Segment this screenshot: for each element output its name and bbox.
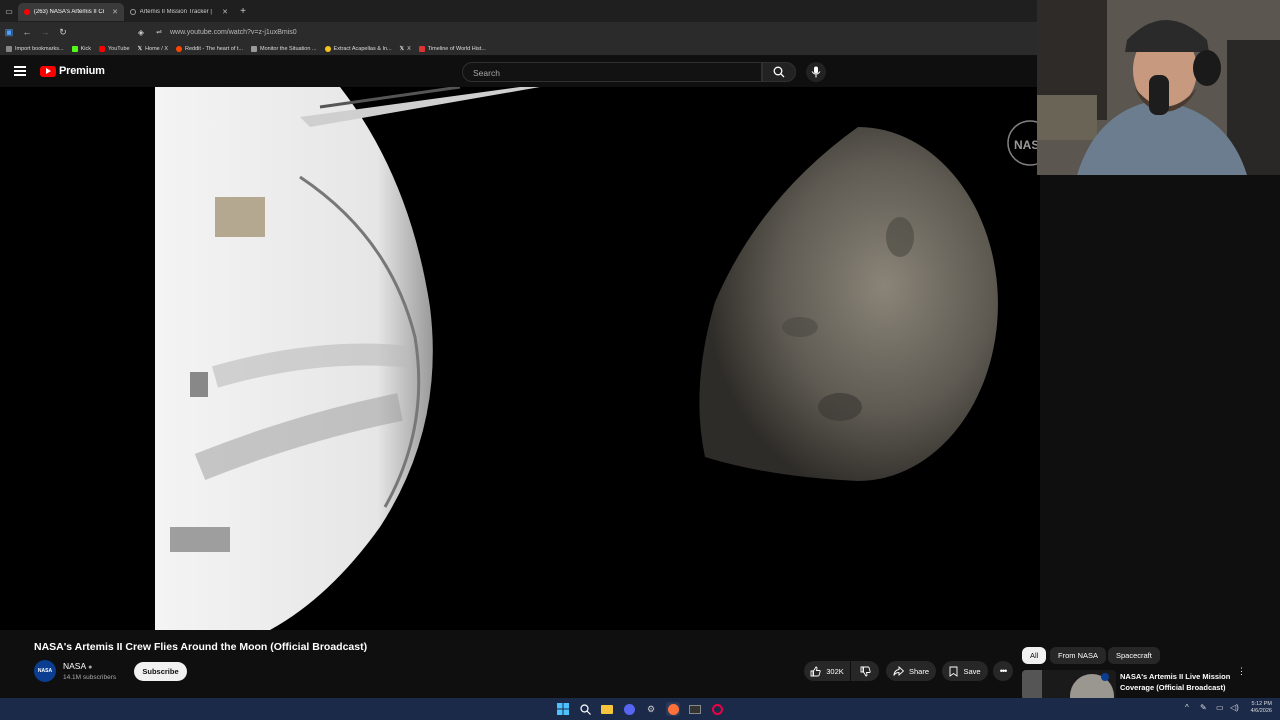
windows-taskbar: ⚙ ^ ✎ ▭ ◁) 5:12 PM 4/6/2026 xyxy=(0,698,1280,720)
save-button[interactable]: Save xyxy=(942,661,988,681)
clock-date: 4/6/2026 xyxy=(1250,708,1272,714)
video-frame: NASA xyxy=(0,87,1040,630)
bookmark-import[interactable]: Import bookmarks... xyxy=(6,45,64,52)
monitor-icon[interactable]: ▭ xyxy=(1216,703,1224,712)
forward-icon[interactable]: → xyxy=(36,27,54,37)
close-tab-icon[interactable]: ✕ xyxy=(112,8,118,16)
search-button[interactable] xyxy=(762,62,796,82)
bookmark-x-home[interactable]: 𝕏 Home / X xyxy=(138,46,168,52)
thumbnail-image xyxy=(1022,670,1116,700)
pen-icon[interactable]: ✎ xyxy=(1200,703,1207,712)
bookmark-kick[interactable]: Kick xyxy=(71,45,91,52)
sidebar-toggle-icon[interactable]: ▣ xyxy=(0,27,18,38)
reddit-icon xyxy=(176,45,182,52)
thumbs-down-icon xyxy=(860,666,871,676)
youtube-icon xyxy=(99,45,105,52)
volume-icon[interactable]: ◁) xyxy=(1230,703,1239,712)
x-icon: 𝕏 xyxy=(137,45,143,52)
windows-start-icon[interactable] xyxy=(556,702,570,716)
youtube-play-icon xyxy=(40,65,56,77)
bookmark-acapellas[interactable]: Extract Acapellas & In... xyxy=(324,45,392,52)
youtube-header: Premium Search xyxy=(0,57,1040,87)
bookmark-reddit[interactable]: Reddit - The heart of t... xyxy=(176,45,243,52)
back-icon[interactable]: ← xyxy=(18,27,36,37)
recommended-more-icon[interactable]: ⋮ xyxy=(1237,667,1246,676)
verified-icon: ● xyxy=(88,664,93,671)
taskbar-search-icon[interactable] xyxy=(578,702,592,716)
bookmark-timeline[interactable]: Timeline of World Hist... xyxy=(418,45,486,52)
more-horizontal-icon: ••• xyxy=(999,666,1008,676)
acapella-icon xyxy=(324,45,331,52)
tab-label: (263) NASA's Artemis II Cre xyxy=(33,9,105,15)
like-count: 302K xyxy=(826,666,844,676)
file-explorer-icon[interactable] xyxy=(600,702,614,716)
app-icon[interactable] xyxy=(710,702,724,716)
audio-icon xyxy=(24,9,30,15)
microphone-icon xyxy=(811,66,821,78)
reload-icon[interactable]: ↻ xyxy=(54,27,72,38)
site-info-icon[interactable]: ⇌ xyxy=(150,28,168,36)
tab-label: Artemis II Mission Tracker | Live xyxy=(139,9,214,15)
new-tab-button[interactable]: + xyxy=(234,6,252,17)
monitor-icon xyxy=(250,45,257,52)
video-title: NASA's Artemis II Crew Flies Around the … xyxy=(34,641,368,653)
tab-list-icon[interactable]: ▭ xyxy=(0,7,18,16)
search-icon xyxy=(773,66,785,78)
close-tab-icon[interactable]: ✕ xyxy=(222,8,228,16)
x-icon: 𝕏 xyxy=(399,45,405,52)
subscriber-count: 14.1M subscribers xyxy=(63,674,117,681)
bookmark-x[interactable]: 𝕏X xyxy=(400,46,411,52)
voice-search-button[interactable] xyxy=(806,62,826,82)
recommended-thumbnail[interactable] xyxy=(1022,670,1116,700)
import-icon xyxy=(6,45,12,52)
more-actions-button[interactable]: ••• xyxy=(993,661,1013,681)
kick-icon xyxy=(71,45,78,52)
video-player[interactable]: NASA xyxy=(0,87,1040,630)
tab-mission-tracker[interactable]: Artemis II Mission Tracker | Live ✕ xyxy=(124,3,234,21)
dislike-button[interactable] xyxy=(851,661,879,681)
tab-artemis-youtube[interactable]: (263) NASA's Artemis II Cre ✕ xyxy=(18,3,124,21)
channel-avatar[interactable]: NASA xyxy=(34,660,56,682)
youtube-premium-logo[interactable]: Premium xyxy=(40,65,105,77)
webcam-overlay xyxy=(1037,0,1280,175)
recommended-title[interactable]: NASA's Artemis II Live Mission Coverage … xyxy=(1120,671,1235,693)
shield-icon[interactable]: ◈ xyxy=(132,28,150,37)
chip-from-nasa[interactable]: From NASA xyxy=(1050,647,1107,664)
globe-icon xyxy=(130,9,136,15)
tray-chevron-icon[interactable]: ^ xyxy=(1185,703,1189,712)
bookmark-youtube[interactable]: YouTube xyxy=(99,45,130,52)
clock-time: 5:12 PM xyxy=(1251,701,1272,707)
like-button[interactable]: 302K xyxy=(804,661,850,681)
bookmark-monitor[interactable]: Monitor the Situation ... xyxy=(250,45,317,52)
timeline-icon xyxy=(418,45,425,52)
bookmark-icon xyxy=(949,666,958,677)
url-field[interactable]: www.youtube.com/watch?v=z-j1uxBmis0 xyxy=(170,29,297,36)
settings-gear-icon[interactable]: ⚙ xyxy=(644,702,658,716)
thumbs-up-icon xyxy=(810,666,821,676)
share-button[interactable]: Share xyxy=(886,661,936,681)
share-icon xyxy=(893,665,904,676)
menu-icon[interactable] xyxy=(14,66,26,76)
subscribe-button[interactable]: Subscribe xyxy=(134,662,187,681)
terminal-icon[interactable] xyxy=(688,702,702,716)
chip-all[interactable]: All xyxy=(1022,647,1047,664)
discord-icon[interactable] xyxy=(622,702,636,716)
firefox-icon[interactable] xyxy=(666,702,680,716)
search-input[interactable]: Search xyxy=(462,62,762,82)
chip-spacecraft[interactable]: Spacecraft xyxy=(1108,647,1160,664)
clock[interactable]: 5:12 PM 4/6/2026 xyxy=(1251,701,1272,715)
channel-name[interactable]: NASA ● xyxy=(63,661,92,671)
streamer-webcam xyxy=(1037,0,1280,175)
